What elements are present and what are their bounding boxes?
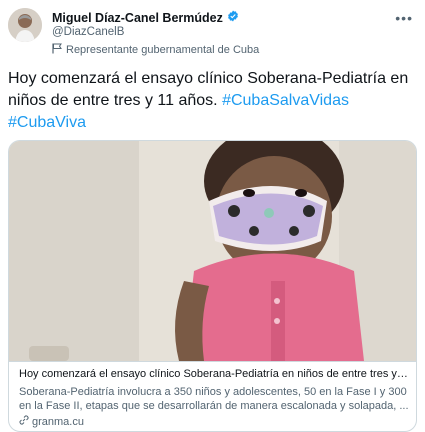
tweet-header: Miguel Díaz-Canel Bermúdez @DiazCanelB R… xyxy=(8,6,417,56)
flag-icon xyxy=(52,43,62,57)
card-description: Soberana-Pediatría involucra a 350 niños… xyxy=(19,386,409,412)
card-image[interactable] xyxy=(9,141,416,361)
hashtag-link[interactable]: #CubaViva xyxy=(8,114,86,131)
link-icon xyxy=(19,415,29,428)
card-title[interactable]: Hoy comenzará el ensayo clínico Soberana… xyxy=(19,368,409,380)
link-card[interactable]: Hoy comenzará el ensayo clínico Soberana… xyxy=(8,140,417,432)
government-label-text: Representante gubernamental de Cuba xyxy=(66,44,260,56)
government-label[interactable]: Representante gubernamental de Cuba xyxy=(52,43,259,57)
tweet-text: Hoy comenzará el ensayo clínico Soberana… xyxy=(8,68,413,134)
more-icon[interactable]: ••• xyxy=(395,10,413,26)
author-name-row: Miguel Díaz-Canel Bermúdez xyxy=(52,9,239,27)
verified-badge-icon xyxy=(227,9,239,27)
card-meta[interactable]: Hoy comenzará el ensayo clínico Soberana… xyxy=(9,361,416,431)
hashtag-link[interactable]: #CubaSalvaVidas xyxy=(222,92,349,109)
author-handle[interactable]: @DiazCanelB xyxy=(52,26,124,38)
author-name[interactable]: Miguel Díaz-Canel Bermúdez xyxy=(52,11,223,25)
avatar[interactable] xyxy=(8,8,42,42)
card-domain[interactable]: granma.cu xyxy=(19,415,84,428)
